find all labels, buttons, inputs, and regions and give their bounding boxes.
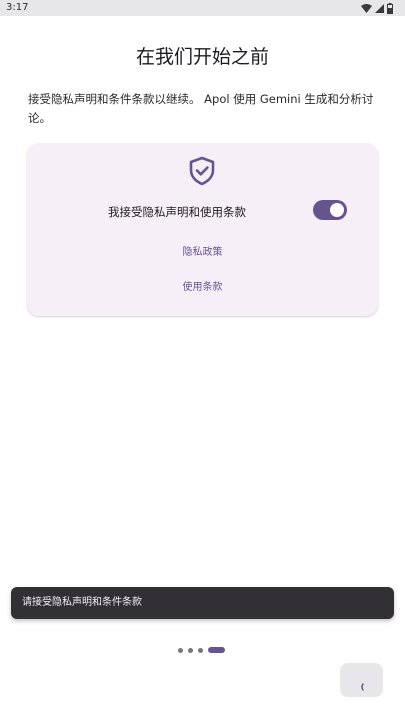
privacy-policy-link[interactable]: 隐私政策 xyxy=(27,246,378,260)
page-dot-4-active xyxy=(208,647,225,653)
page-indicator xyxy=(178,647,225,653)
intro-text: 接受隐私声明和条件条款以继续。 Apol 使用 Gemini 生成和分析讨论。 xyxy=(28,92,374,125)
page-title: 在我们开始之前 xyxy=(135,46,269,68)
page-dot-3 xyxy=(198,647,203,653)
page-dot-1 xyxy=(178,647,183,653)
signal-icon xyxy=(375,3,384,13)
status-icons xyxy=(361,2,393,14)
terms-of-use-link[interactable]: 使用条款 xyxy=(27,281,378,295)
toggle-knob xyxy=(330,203,344,217)
status-time: 3:17 xyxy=(6,2,29,13)
snackbar: 请接受隐私声明和条件条款 xyxy=(11,587,394,619)
status-bar: 3:17 xyxy=(0,0,405,16)
snackbar-message: 请接受隐私声明和条件条款 xyxy=(22,597,142,608)
consent-card: 我接受隐私声明和使用条款 隐私政策 使用条款 xyxy=(27,143,378,316)
consent-toggle[interactable] xyxy=(313,200,347,220)
loading-spinner-icon xyxy=(360,676,364,691)
page-dot-2 xyxy=(188,647,193,653)
consent-label: 我接受隐私声明和使用条款 xyxy=(108,205,246,219)
wifi-icon xyxy=(361,3,372,13)
next-button[interactable] xyxy=(340,663,383,697)
battery-icon xyxy=(387,2,393,14)
shield-check-icon xyxy=(188,156,216,186)
